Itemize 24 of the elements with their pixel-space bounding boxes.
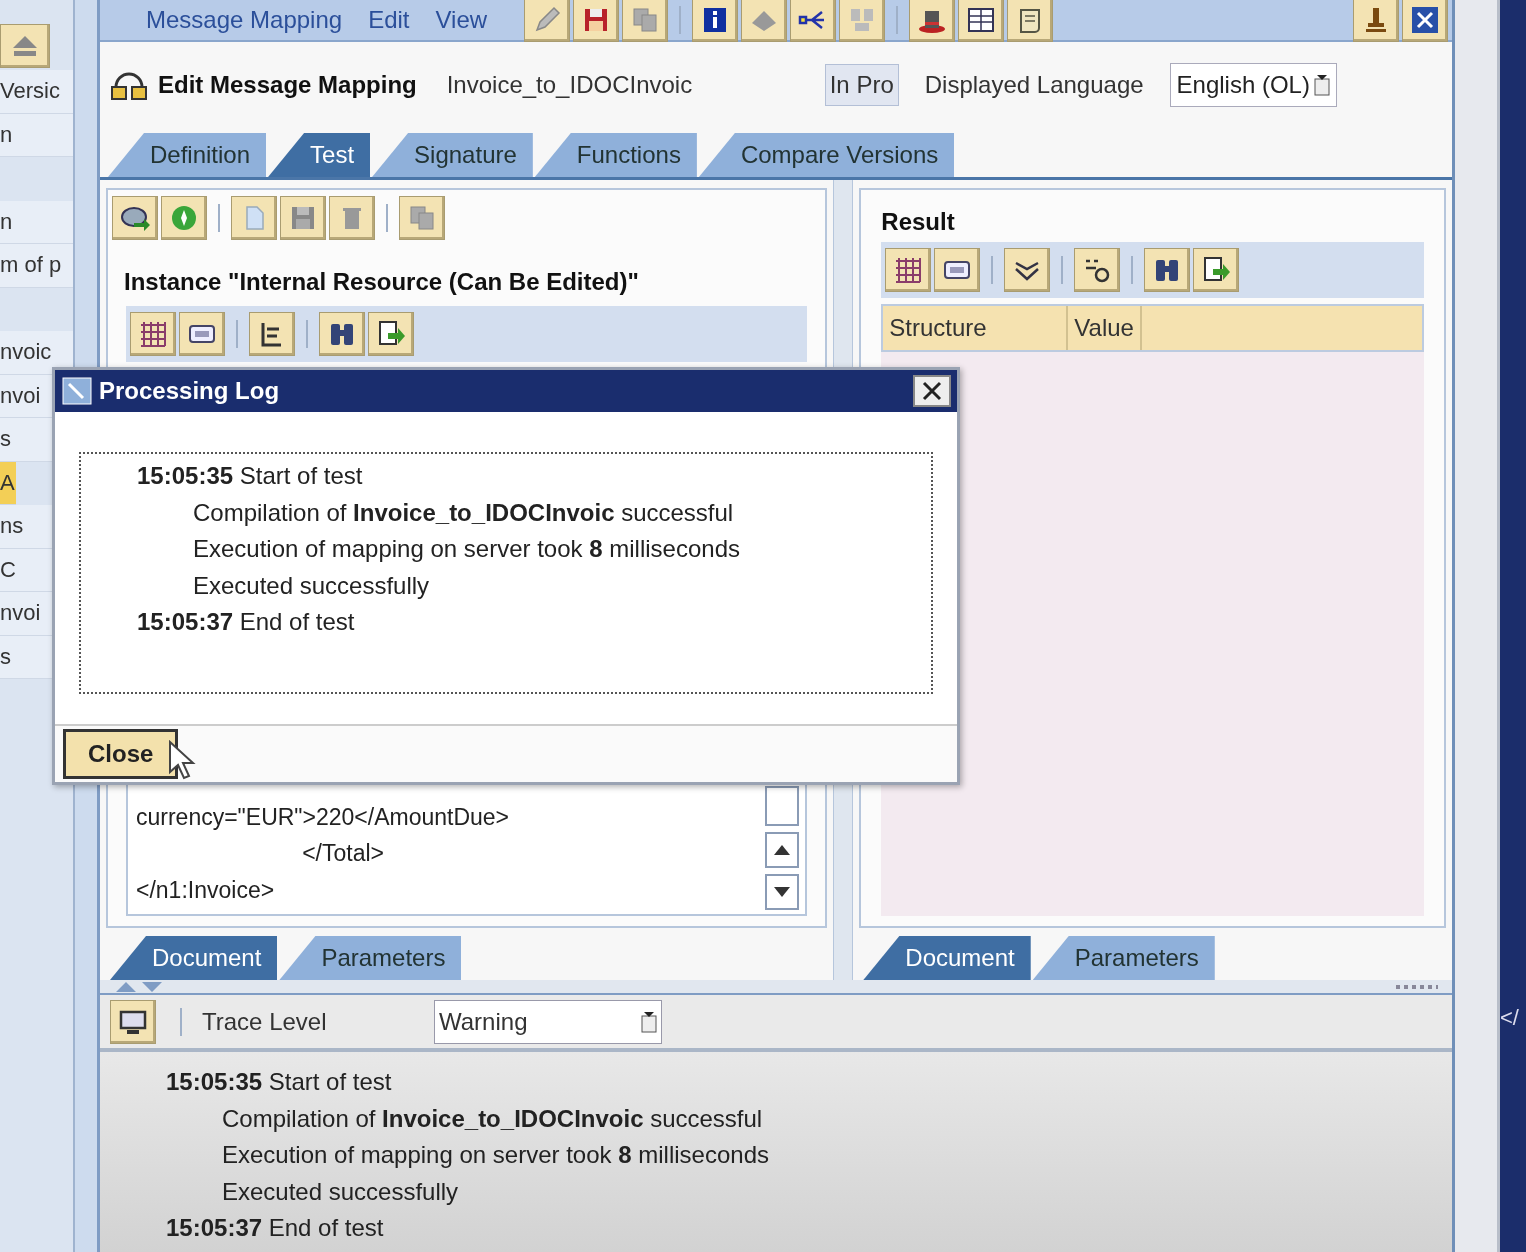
panel-title: Instance "Internal Resource (Can Be Edited)" xyxy=(123,267,640,297)
log-line: Compilation of Invoice_to_IDOCInvoic successful xyxy=(221,1103,764,1134)
log-line: Executed successfully xyxy=(192,570,431,601)
log-line: 15:05:35 Start of test xyxy=(137,461,364,491)
log-line: 15:05:35 Start of test xyxy=(166,1067,393,1097)
column-header: Structure xyxy=(883,306,1069,350)
column-header: Value xyxy=(1068,306,1142,350)
log-line: Execution of mapping on server took 8 milliseconds xyxy=(192,534,741,565)
code-line: currency="EUR">220</AmountDue> xyxy=(136,802,511,832)
status-field: In Pro xyxy=(824,63,899,106)
edge-text: </ xyxy=(1500,1005,1519,1031)
field-label: Trace Level xyxy=(202,1007,328,1036)
log-line: Compilation of Invoice_to_IDOCInvoic successful xyxy=(192,497,735,528)
dialog-title: Processing Log xyxy=(99,377,281,405)
panel-title: Result xyxy=(880,207,956,237)
code-line: </n1:Invoice> xyxy=(136,875,276,905)
log-line: 15:05:37 End of test xyxy=(137,607,356,638)
log-line: Execution of mapping on server took 8 milliseconds xyxy=(221,1140,770,1171)
field-label: Displayed Language xyxy=(924,70,1144,99)
log-line: 15:05:37 End of test xyxy=(166,1213,385,1244)
code-line: </Total> xyxy=(301,839,385,868)
log-line: Executed successfully xyxy=(221,1176,460,1207)
object-name: Invoice_to_IDOCInvoic xyxy=(446,70,694,99)
page-title: Edit Message Mapping xyxy=(158,70,417,99)
